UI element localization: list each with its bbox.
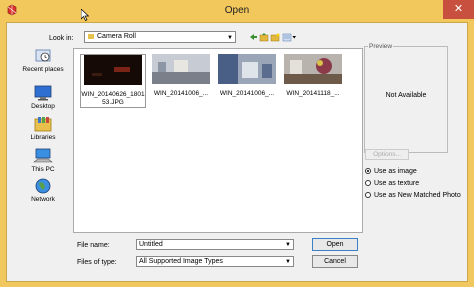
title-bar[interactable]: Open ✕	[0, 0, 474, 22]
places-bar: Recent places Desktop Libraries This PC …	[13, 48, 73, 243]
chevron-down-icon[interactable]: ▼	[285, 258, 291, 267]
file-list[interactable]: WIN_20140626_180153.JPG WIN_20141006_...	[73, 48, 363, 233]
look-in-value: Camera Roll	[97, 33, 136, 40]
radio-use-as-new-matched-photo[interactable]: Use as New Matched Photo	[365, 192, 461, 199]
files-of-type-label: Files of type:	[77, 259, 117, 266]
up-folder-icon[interactable]	[259, 33, 269, 42]
view-menu-icon[interactable]	[282, 33, 296, 42]
place-label: Network	[31, 196, 55, 203]
look-in-label: Look in:	[49, 35, 74, 42]
place-recent-places[interactable]: Recent places	[13, 48, 73, 73]
open-dialog: Open ✕ Look in: Camera Roll ▼ Recent pla…	[0, 0, 474, 287]
place-label: Libraries	[30, 134, 56, 141]
radio-use-as-texture[interactable]: Use as texture	[365, 180, 419, 187]
mouse-cursor-icon	[81, 9, 89, 21]
options-button[interactable]: Options...	[365, 149, 409, 160]
desktop-icon	[34, 85, 52, 101]
open-button[interactable]: Open	[312, 238, 358, 251]
preview-status: Not Available	[385, 92, 427, 99]
network-icon	[35, 178, 51, 194]
file-item[interactable]: WIN_20140626_180153.JPG	[80, 54, 146, 108]
preview-panel: Preview Not Available	[364, 43, 448, 153]
chevron-down-icon[interactable]: ▼	[227, 33, 233, 43]
radio-use-as-image[interactable]: Use as image	[365, 168, 417, 175]
file-thumbnail	[284, 54, 342, 84]
file-thumbnail	[152, 54, 210, 84]
navigation-toolbar	[250, 33, 296, 42]
radio-label: Use as texture	[374, 180, 420, 187]
file-item[interactable]: WIN_20141006_...	[214, 54, 280, 98]
back-arrow-icon[interactable]	[250, 34, 257, 40]
place-this-pc[interactable]: This PC	[13, 148, 73, 173]
dialog-body: Look in: Camera Roll ▼ Recent places Des…	[6, 22, 468, 282]
this-pc-icon	[33, 148, 53, 163]
place-desktop[interactable]: Desktop	[13, 85, 73, 110]
file-name-label: File name:	[77, 242, 110, 249]
file-item[interactable]: WIN_20141118_...	[280, 54, 346, 98]
files-of-type-value: All Supported Image Types	[139, 258, 223, 265]
libraries-icon	[34, 117, 52, 132]
folder-icon	[88, 33, 94, 39]
radio-dot[interactable]	[365, 180, 371, 186]
place-label: Recent places	[22, 66, 64, 73]
file-thumbnail	[218, 54, 276, 84]
file-name: WIN_20141006_...	[219, 90, 275, 97]
radio-label: Use as image	[374, 168, 417, 175]
place-libraries[interactable]: Libraries	[13, 116, 73, 141]
preview-label: Preview	[368, 43, 394, 50]
look-in-dropdown[interactable]: Camera Roll ▼	[84, 31, 236, 43]
recent-places-icon	[35, 49, 51, 62]
close-button[interactable]: ✕	[443, 0, 474, 19]
place-network[interactable]: Network	[13, 178, 73, 203]
radio-label: Use as New Matched Photo	[374, 192, 461, 199]
file-name: WIN_20141118_...	[286, 90, 340, 97]
file-name: WIN_20140626_180153.JPG	[81, 91, 145, 106]
file-name-value: Untitled	[139, 241, 163, 248]
file-name: WIN_20141006_...	[153, 90, 209, 97]
radio-dot[interactable]	[365, 168, 371, 174]
cancel-button[interactable]: Cancel	[312, 255, 358, 268]
place-label: This PC	[31, 166, 55, 173]
radio-dot[interactable]	[365, 192, 371, 198]
chevron-down-icon[interactable]: ▼	[285, 241, 291, 250]
file-thumbnail	[84, 55, 142, 85]
file-name-input[interactable]: Untitled ▼	[136, 239, 294, 250]
new-folder-icon[interactable]	[270, 33, 280, 42]
window-title: Open	[224, 5, 250, 16]
place-label: Desktop	[31, 103, 55, 110]
files-of-type-dropdown[interactable]: All Supported Image Types ▼	[136, 256, 294, 267]
file-item[interactable]: WIN_20141006_...	[148, 54, 214, 98]
